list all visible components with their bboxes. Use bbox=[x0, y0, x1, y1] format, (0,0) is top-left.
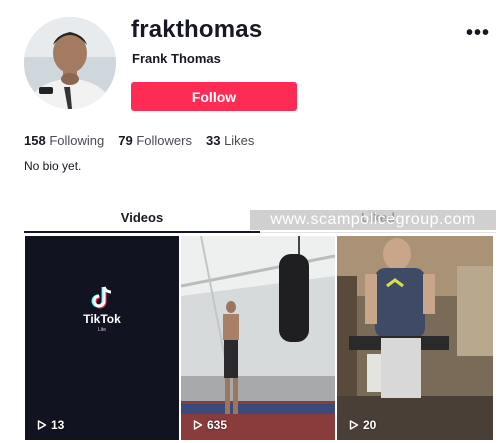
stat-followers-count: 79 bbox=[118, 133, 133, 148]
follow-button[interactable]: Follow bbox=[131, 82, 297, 111]
video-2-image bbox=[181, 236, 335, 440]
play-icon bbox=[349, 420, 359, 430]
tab-videos[interactable]: Videos bbox=[24, 210, 260, 225]
video-3-image bbox=[337, 236, 493, 440]
tiktok-logo-name: TikTok bbox=[83, 312, 121, 326]
video-thumbnail-1[interactable]: TikTok Lite 13 bbox=[25, 236, 179, 440]
stat-following[interactable]: 158 Following bbox=[24, 133, 104, 148]
tiktok-logo-icon bbox=[91, 286, 112, 309]
play-icon bbox=[37, 420, 47, 430]
profile-username: frakthomas bbox=[131, 16, 263, 43]
play-count-value: 13 bbox=[51, 418, 65, 432]
video-thumbnail-2[interactable]: 635 bbox=[181, 236, 335, 440]
more-options-icon[interactable]: ••• bbox=[466, 22, 490, 45]
stat-likes-label: Likes bbox=[224, 133, 255, 148]
tiktok-logo-sub: Lite bbox=[97, 327, 107, 333]
stat-likes-count: 33 bbox=[205, 133, 221, 148]
tab-liked[interactable]: Liked bbox=[260, 210, 496, 225]
profile-bio: No bio yet. bbox=[24, 159, 82, 173]
play-count-value: 20 bbox=[363, 418, 377, 432]
profile-display-name: Frank Thomas bbox=[132, 51, 221, 66]
profile-avatar bbox=[24, 17, 116, 109]
video-3-play-count: 20 bbox=[349, 418, 376, 432]
stat-followers-label: Followers bbox=[136, 133, 192, 148]
profile-stats: 158 Following 79 Followers 33 Likes bbox=[24, 133, 254, 148]
video-thumbnail-3[interactable]: 20 bbox=[337, 236, 493, 440]
video-2-play-count: 635 bbox=[193, 418, 227, 432]
play-icon bbox=[193, 420, 203, 430]
active-tab-indicator bbox=[24, 231, 260, 233]
stat-likes: 33 Likes bbox=[206, 133, 254, 148]
play-count-value: 635 bbox=[207, 418, 228, 432]
stat-following-label: Following bbox=[49, 133, 105, 148]
stat-following-count: 158 bbox=[24, 133, 46, 148]
stat-followers[interactable]: 79 Followers bbox=[118, 133, 192, 148]
video-1-play-count: 13 bbox=[37, 418, 64, 432]
